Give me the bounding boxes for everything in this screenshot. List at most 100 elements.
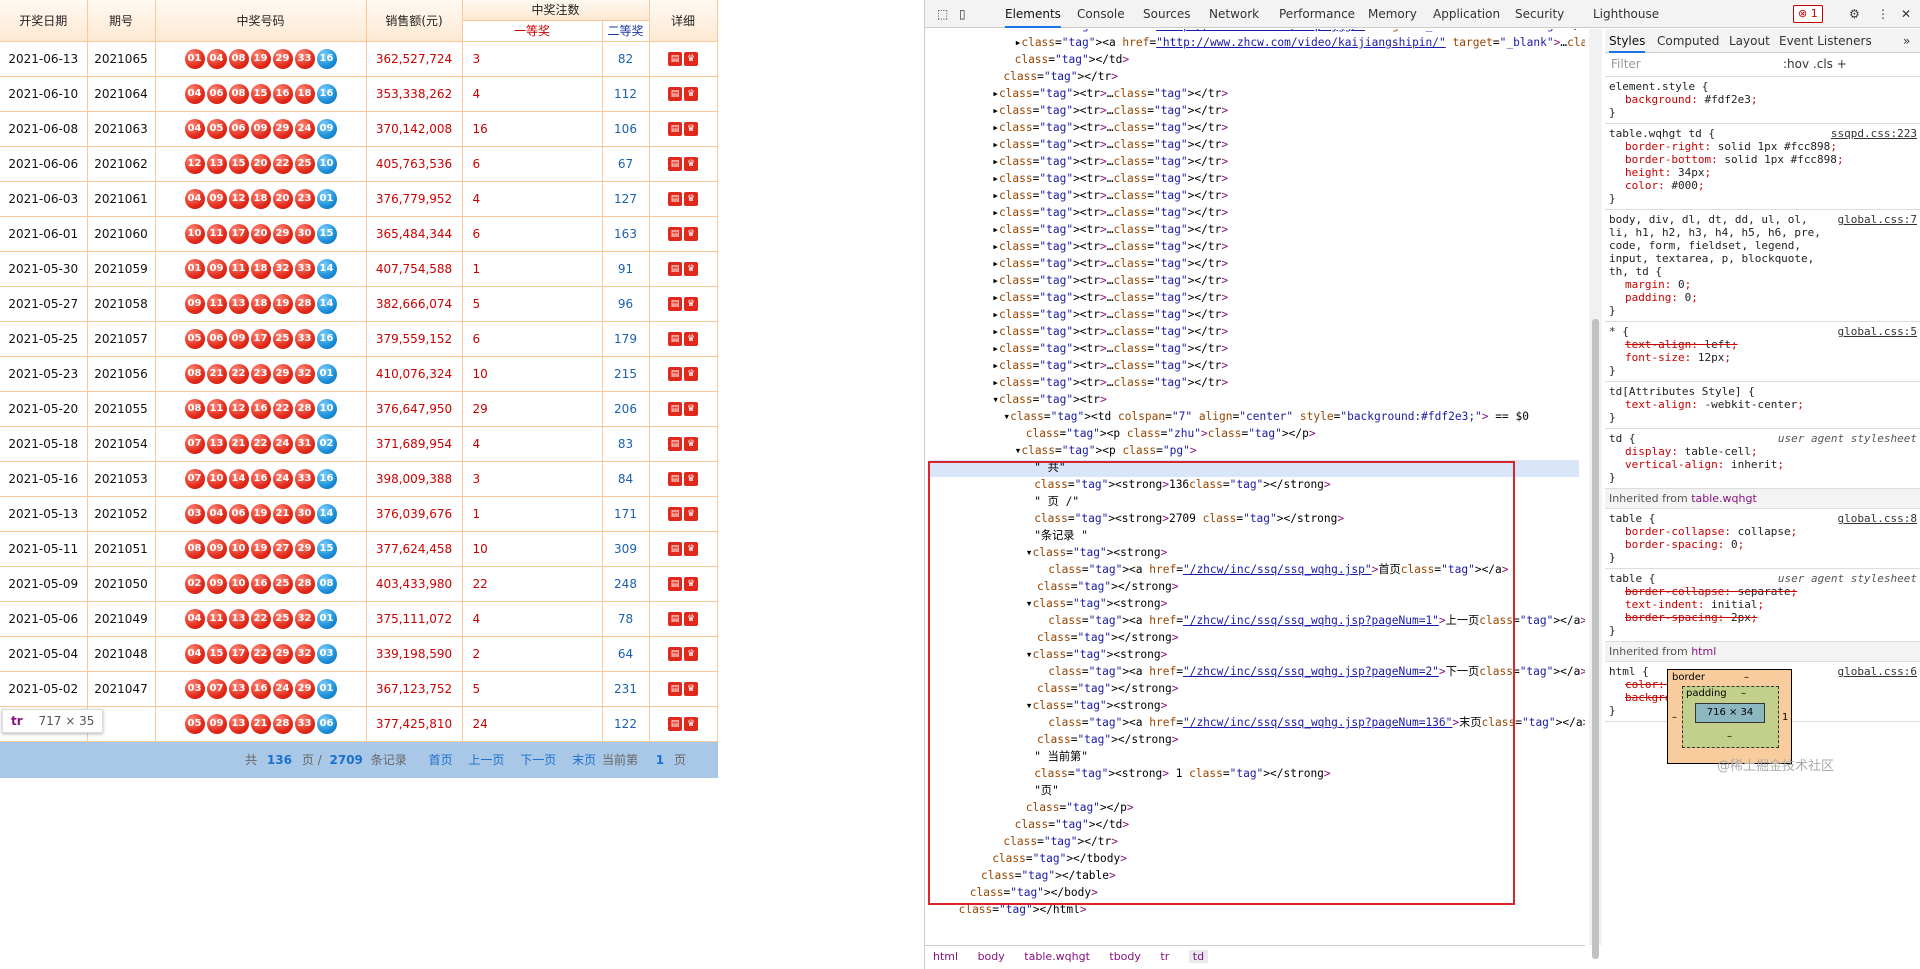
- dom-node-line[interactable]: ▸class="tag"><tr>…class="tag"></tr>: [992, 221, 1228, 238]
- trophy-icon[interactable]: ♛: [684, 226, 699, 241]
- css-rule[interactable]: td[Attributes Style] {text-align: -webki…: [1605, 382, 1920, 429]
- document-icon[interactable]: ▤: [668, 646, 683, 661]
- tab-performance[interactable]: Performance: [1279, 0, 1355, 28]
- css-rule[interactable]: * {global.css:5 text-align: left; font-siz…: [1605, 322, 1920, 382]
- tab-application[interactable]: Application: [1433, 0, 1500, 28]
- breadcrumb-tbody[interactable]: tbody: [1109, 950, 1141, 963]
- document-icon[interactable]: ▤: [668, 716, 683, 731]
- tab-console[interactable]: Console: [1077, 0, 1125, 28]
- inspect-icon[interactable]: ⬚: [937, 0, 948, 28]
- css-rule[interactable]: table.wqhgt td {ssqpd.css:223 border-righ…: [1605, 124, 1920, 210]
- tab-styles[interactable]: Styles: [1609, 29, 1646, 53]
- breadcrumb-tr[interactable]: tr: [1160, 950, 1169, 963]
- trophy-icon[interactable]: ♛: [684, 401, 699, 416]
- dom-scrollbar-thumb[interactable]: [1592, 319, 1599, 959]
- document-icon[interactable]: ▤: [668, 611, 683, 626]
- tab-lighthouse[interactable]: Lighthouse: [1593, 0, 1659, 28]
- close-icon[interactable]: ✕: [1901, 0, 1911, 28]
- trophy-icon[interactable]: ♛: [684, 611, 699, 626]
- trophy-icon[interactable]: ♛: [684, 331, 699, 346]
- document-icon[interactable]: ▤: [668, 156, 683, 171]
- settings-gear-icon[interactable]: ⚙: [1849, 0, 1860, 28]
- dom-node-line[interactable]: class="tag"></tr>: [1003, 68, 1118, 85]
- dom-node-line[interactable]: ▸class="tag"><tr>…class="tag"></tr>: [992, 340, 1228, 357]
- css-rule[interactable]: table {global.css:8 border-collapse: coll…: [1605, 509, 1920, 569]
- document-icon[interactable]: ▤: [668, 401, 683, 416]
- more-tabs-icon[interactable]: »: [1903, 29, 1910, 53]
- tab-network[interactable]: Network: [1209, 0, 1259, 28]
- document-icon[interactable]: ▤: [668, 261, 683, 276]
- styles-filter[interactable]: Filter :hov .cls +: [1605, 53, 1920, 77]
- document-icon[interactable]: ▤: [668, 331, 683, 346]
- trophy-icon[interactable]: ♛: [684, 576, 699, 591]
- document-icon[interactable]: ▤: [668, 471, 683, 486]
- trophy-icon[interactable]: ♛: [684, 51, 699, 66]
- dom-node-line[interactable]: ▸class="tag"><tr>…class="tag"></tr>: [992, 85, 1228, 102]
- dom-node-line[interactable]: ▾class="tag"><td colspan="7" align="cent…: [1003, 408, 1529, 425]
- breadcrumb-body[interactable]: body: [978, 950, 1005, 963]
- dom-node-line[interactable]: class="tag"></td>: [1015, 51, 1130, 68]
- tab-elements[interactable]: Elements: [1005, 0, 1061, 28]
- dom-node-line[interactable]: ▸class="tag"><tr>…class="tag"></tr>: [992, 357, 1228, 374]
- tab-memory[interactable]: Memory: [1368, 0, 1417, 28]
- dom-node-line[interactable]: ▸class="tag"><tr>…class="tag"></tr>: [992, 306, 1228, 323]
- more-menu-icon[interactable]: ⋮: [1877, 0, 1889, 28]
- error-count-badge[interactable]: ⊗ 1: [1793, 5, 1823, 23]
- trophy-icon[interactable]: ♛: [684, 261, 699, 276]
- pager-prev-link[interactable]: 上一页: [468, 753, 504, 767]
- tab-security[interactable]: Security: [1515, 0, 1564, 28]
- css-rule[interactable]: body, div, dl, dt, dd, ul, ol, li, h1, h…: [1605, 210, 1920, 322]
- dom-node-line[interactable]: class="tag"><p class="zhu">class="tag"><…: [1026, 425, 1316, 442]
- dom-node-line[interactable]: ▸class="tag"><tr>…class="tag"></tr>: [992, 323, 1228, 340]
- dom-scrollbar[interactable]: [1589, 29, 1602, 959]
- trophy-icon[interactable]: ♛: [684, 716, 699, 731]
- pager-last-link[interactable]: 末页: [572, 753, 596, 767]
- trophy-icon[interactable]: ♛: [684, 646, 699, 661]
- trophy-icon[interactable]: ♛: [684, 471, 699, 486]
- dom-node-line[interactable]: ▸class="tag"><tr>…class="tag"></tr>: [992, 170, 1228, 187]
- css-rule[interactable]: td {user agent stylesheet display: table-…: [1605, 429, 1920, 489]
- trophy-icon[interactable]: ♛: [684, 191, 699, 206]
- dom-node-line[interactable]: ▸class="tag"><tr>…class="tag"></tr>: [992, 204, 1228, 221]
- trophy-icon[interactable]: ♛: [684, 156, 699, 171]
- document-icon[interactable]: ▤: [668, 86, 683, 101]
- document-icon[interactable]: ▤: [668, 681, 683, 696]
- dom-node-line[interactable]: ▸class="tag"><tr>…class="tag"></tr>: [992, 119, 1228, 136]
- document-icon[interactable]: ▤: [668, 121, 683, 136]
- dom-node-line[interactable]: ▸class="tag"><tr>…class="tag"></tr>: [992, 238, 1228, 255]
- document-icon[interactable]: ▤: [668, 436, 683, 451]
- tab-computed[interactable]: Computed: [1657, 29, 1719, 53]
- tab-layout[interactable]: Layout: [1729, 29, 1770, 53]
- pager-next-link[interactable]: 下一页: [520, 753, 556, 767]
- document-icon[interactable]: ▤: [668, 296, 683, 311]
- tab-event-listeners[interactable]: Event Listeners: [1779, 29, 1872, 53]
- css-rule[interactable]: table {user agent stylesheet border-colla…: [1605, 569, 1920, 642]
- document-icon[interactable]: ▤: [668, 541, 683, 556]
- breadcrumb-html[interactable]: html: [933, 950, 958, 963]
- dom-node-line[interactable]: ▸class="tag"><tr>…class="tag"></tr>: [992, 153, 1228, 170]
- breadcrumb-table[interactable]: table.wqhgt: [1024, 950, 1090, 963]
- dom-node-line[interactable]: ▸class="tag"><a href="http://www.zhcw.co…: [1015, 34, 1585, 51]
- dom-node-line[interactable]: ▸class="tag"><tr>…class="tag"></tr>: [992, 374, 1228, 391]
- dom-node-line[interactable]: ▾class="tag"><p class="pg">: [1015, 442, 1197, 459]
- dom-node-line[interactable]: ▸class="tag"><tr>…class="tag"></tr>: [992, 255, 1228, 272]
- dom-node-line[interactable]: ▸class="tag"><tr>…class="tag"></tr>: [992, 136, 1228, 153]
- dom-node-line[interactable]: ▾class="tag"><tr>: [992, 391, 1107, 408]
- dom-node-line[interactable]: ▸class="tag"><tr>…class="tag"></tr>: [992, 289, 1228, 306]
- trophy-icon[interactable]: ♛: [684, 296, 699, 311]
- dom-tree[interactable]: ▸class="tag"><a href="http://www.zhcw.co…: [925, 29, 1585, 945]
- document-icon[interactable]: ▤: [668, 506, 683, 521]
- trophy-icon[interactable]: ♛: [684, 121, 699, 136]
- breadcrumb-td[interactable]: td: [1188, 950, 1209, 963]
- document-icon[interactable]: ▤: [668, 191, 683, 206]
- dom-node-line[interactable]: ▸class="tag"><tr>…class="tag"></tr>: [992, 272, 1228, 289]
- trophy-icon[interactable]: ♛: [684, 541, 699, 556]
- document-icon[interactable]: ▤: [668, 576, 683, 591]
- document-icon[interactable]: ▤: [668, 366, 683, 381]
- pager-first-link[interactable]: 首页: [429, 753, 453, 767]
- trophy-icon[interactable]: ♛: [684, 86, 699, 101]
- trophy-icon[interactable]: ♛: [684, 366, 699, 381]
- device-toolbar-icon[interactable]: ▯: [959, 0, 966, 28]
- trophy-icon[interactable]: ♛: [684, 506, 699, 521]
- document-icon[interactable]: ▤: [668, 51, 683, 66]
